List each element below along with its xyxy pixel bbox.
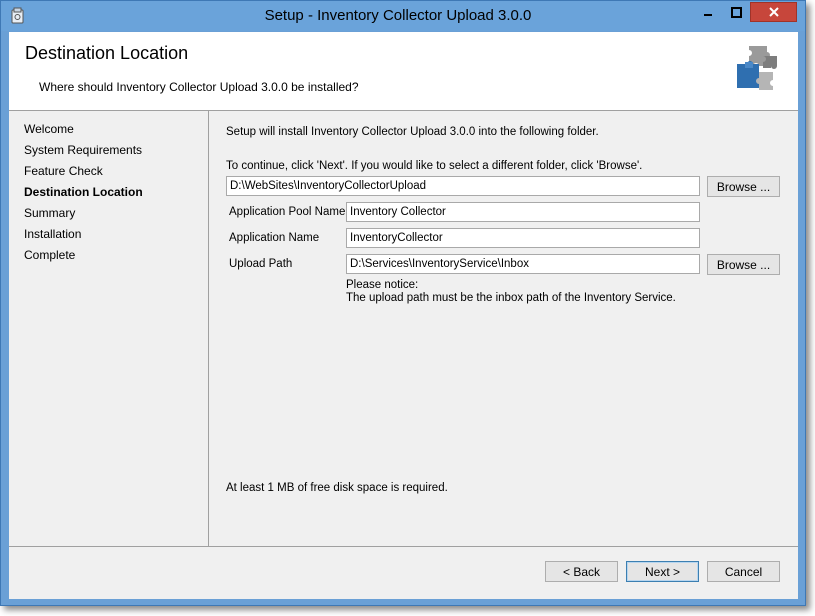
browse-install-button[interactable]: Browse ... [707,176,780,197]
minimize-icon [704,14,712,16]
notice-title: Please notice: [346,279,419,291]
step-installation: Installation [24,227,82,241]
intro-text: Setup will install Inventory Collector U… [226,126,599,138]
upload-path-input[interactable] [346,254,700,274]
back-button[interactable]: < Back [545,561,618,582]
step-complete: Complete [24,248,76,262]
page-subtitle: Where should Inventory Collector Upload … [39,80,359,94]
maximize-icon [730,6,742,18]
next-button[interactable]: Next > [626,561,699,582]
close-button[interactable] [750,2,797,22]
step-welcome: Welcome [24,122,74,136]
step-destination-location: Destination Location [24,185,143,199]
upload-path-label: Upload Path [229,258,293,270]
wizard-content: Destination Location Where should Invent… [9,32,798,599]
cancel-button[interactable]: Cancel [707,561,780,582]
browse-upload-button[interactable]: Browse ... [707,254,780,275]
app-pool-input[interactable] [346,202,700,222]
close-icon [768,7,779,17]
instruction-text: To continue, click 'Next'. If you would … [226,160,643,172]
wizard-header: Destination Location Where should Invent… [9,32,798,111]
app-name-label: Application Name [229,232,320,244]
page-title: Destination Location [25,43,189,63]
app-name-input[interactable] [346,228,700,248]
install-path-input[interactable] [226,176,700,196]
window-title: Setup - Inventory Collector Upload 3.0.0 [264,7,532,24]
wizard-steps: Welcome System Requirements Feature Chec… [9,111,209,546]
disk-space-text: At least 1 MB of free disk space is requ… [226,482,448,494]
maximize-button[interactable] [722,2,750,22]
puzzle-icon [731,42,783,94]
notice-text: The upload path must be the inbox path o… [346,292,676,304]
title-bar[interactable]: Setup - Inventory Collector Upload 3.0.0 [1,1,805,31]
step-feature-check: Feature Check [24,164,103,178]
app-pool-label: Application Pool Name [229,206,346,218]
step-system-requirements: System Requirements [24,143,143,157]
wizard-footer: < Back Next > Cancel [9,546,798,599]
main-panel: Setup will install Inventory Collector U… [209,111,798,546]
step-summary: Summary [24,206,76,220]
setup-window: Setup - Inventory Collector Upload 3.0.0… [0,0,806,606]
minimize-button[interactable] [694,2,722,22]
